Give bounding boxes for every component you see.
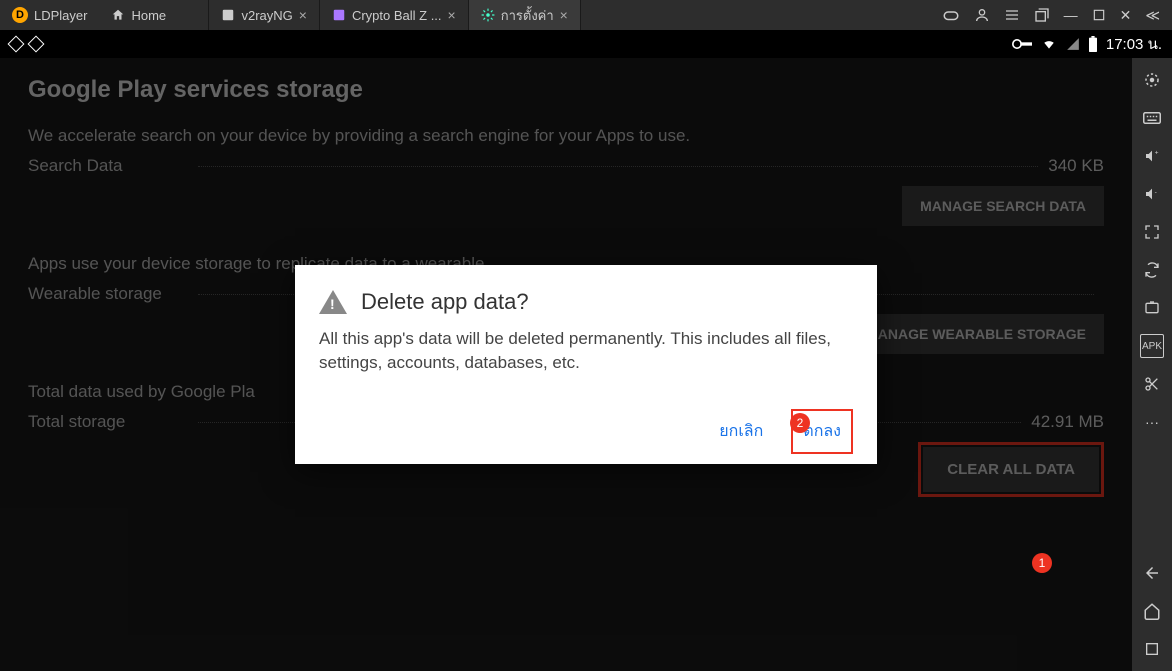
collapse-toolbar-icon[interactable]: ≪ — [1145, 7, 1160, 24]
search-data-label: Search Data — [28, 156, 188, 176]
screenshot-icon[interactable] — [1140, 296, 1164, 320]
dialog-body: All this app's data will be deleted perm… — [319, 327, 853, 375]
close-icon[interactable]: × — [448, 7, 456, 23]
total-storage-label: Total storage — [28, 412, 188, 432]
volume-up-icon[interactable]: + — [1140, 144, 1164, 168]
gear-icon — [481, 8, 495, 22]
volume-down-icon[interactable]: - — [1140, 182, 1164, 206]
app-icon — [332, 8, 346, 22]
tab-settings[interactable]: การตั้งค่า × — [469, 0, 581, 30]
annotation-step-badge: 1 — [1032, 553, 1052, 573]
app-icon — [221, 8, 235, 22]
fullscreen-icon[interactable] — [1140, 220, 1164, 244]
keyboard-icon[interactable] — [1140, 106, 1164, 130]
tab-label: การตั้งค่า — [501, 5, 554, 26]
app-brand: D LDPlayer — [0, 7, 99, 23]
home-nav-icon[interactable] — [1140, 599, 1164, 623]
close-icon[interactable]: × — [299, 7, 307, 23]
user-icon[interactable] — [974, 7, 990, 23]
annotation-step-badge: 2 — [790, 413, 810, 433]
install-apk-icon[interactable]: APK — [1140, 334, 1164, 358]
close-icon[interactable]: × — [560, 7, 568, 23]
tab-v2rayng[interactable]: v2rayNG × — [209, 0, 319, 30]
manage-search-data-button[interactable]: MANAGE SEARCH DATA — [902, 186, 1104, 226]
tab-label: Home — [131, 8, 166, 23]
tab-crypto-ball-z[interactable]: Crypto Ball Z ... × — [320, 0, 469, 30]
multi-instance-icon[interactable] — [1034, 7, 1050, 23]
signal-icon — [1066, 37, 1080, 51]
ldplayer-logo-icon: D — [12, 7, 28, 23]
title-bar: D LDPlayer Home v2rayNG × Crypto Ball Z … — [0, 0, 1172, 30]
manage-wearable-storage-button[interactable]: MANAGE WEARABLE STORAGE — [848, 314, 1104, 354]
clear-all-data-button[interactable]: CLEAR ALL DATA — [923, 447, 1099, 492]
maximize-icon[interactable] — [1092, 8, 1106, 22]
recents-icon[interactable] — [1140, 637, 1164, 661]
gamepad-icon[interactable] — [942, 6, 960, 24]
close-window-icon[interactable]: ✕ — [1120, 7, 1132, 24]
page-title: Google Play services storage — [28, 76, 1104, 104]
back-icon[interactable] — [1140, 561, 1164, 585]
window-controls: — ✕ ≪ — [930, 6, 1172, 24]
cancel-button[interactable]: ยกเลิก — [713, 411, 769, 452]
minimize-icon[interactable]: — — [1064, 7, 1078, 23]
vpn-key-icon — [1012, 37, 1032, 51]
more-icon[interactable]: ··· — [1140, 410, 1164, 434]
search-data-value: 340 KB — [1048, 156, 1104, 176]
annotation-box-step1: CLEAR ALL DATA — [918, 442, 1104, 497]
tab-label: v2rayNG — [241, 8, 292, 23]
notification-icon — [8, 36, 25, 53]
search-data-row: Search Data 340 KB — [28, 156, 1104, 176]
menu-icon[interactable] — [1004, 7, 1020, 23]
dialog-title: Delete app data? — [361, 289, 529, 315]
tab-home[interactable]: Home — [99, 0, 209, 30]
wifi-icon — [1040, 37, 1058, 51]
battery-icon — [1088, 36, 1098, 52]
emulator-side-toolbar: + - APK ··· — [1132, 58, 1172, 671]
svg-text:+: + — [1155, 150, 1159, 157]
delete-app-data-dialog: Delete app data? All this app's data wil… — [295, 265, 877, 464]
total-storage-value: 42.91 MB — [1031, 412, 1104, 432]
search-description: We accelerate search on your device by p… — [28, 126, 1104, 146]
tab-strip: Home v2rayNG × Crypto Ball Z ... × การตั… — [99, 0, 929, 30]
wearable-label: Wearable storage — [28, 284, 188, 304]
tab-label: Crypto Ball Z ... — [352, 8, 442, 23]
android-status-bar: 17:03 น. — [0, 30, 1172, 58]
sync-icon[interactable] — [1140, 258, 1164, 282]
app-name: LDPlayer — [34, 8, 87, 23]
svg-text:-: - — [1155, 189, 1157, 196]
warning-icon — [319, 290, 347, 314]
clock-text: 17:03 น. — [1106, 32, 1162, 56]
home-icon — [111, 8, 125, 22]
scissors-icon[interactable] — [1140, 372, 1164, 396]
locate-icon[interactable] — [1140, 68, 1164, 92]
notification-icon — [28, 36, 45, 53]
